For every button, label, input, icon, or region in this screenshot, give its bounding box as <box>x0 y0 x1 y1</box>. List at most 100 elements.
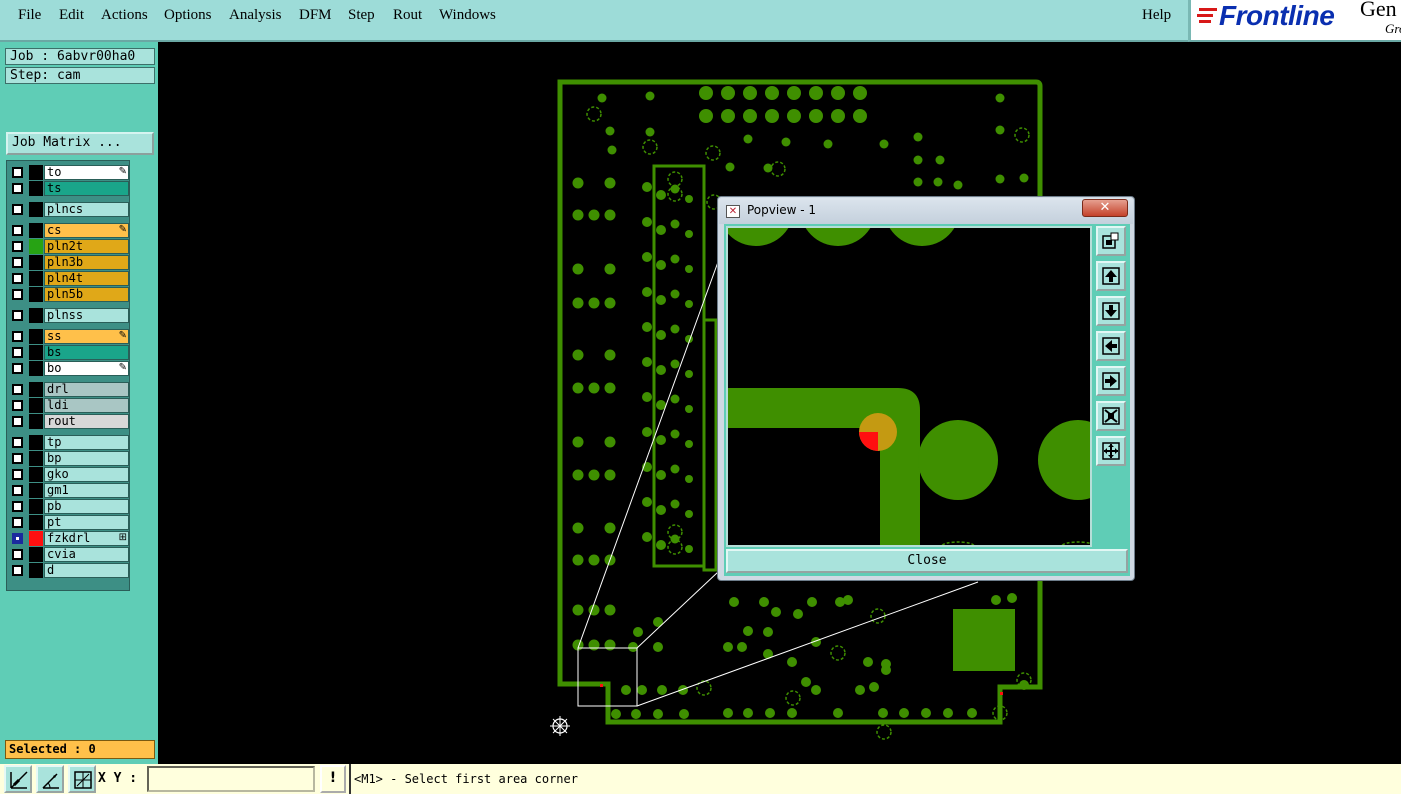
popview-titlebar[interactable]: ✕ Popview - 1 ✕ <box>719 198 1133 224</box>
layer-checkbox[interactable] <box>12 273 23 284</box>
menu-options[interactable]: Options <box>164 7 212 24</box>
layer-name[interactable]: d <box>44 563 129 578</box>
layer-checkbox[interactable] <box>12 533 23 544</box>
layer-name[interactable]: bs <box>44 345 129 360</box>
popview-close-button[interactable]: Close <box>726 549 1128 573</box>
angle-tool-button[interactable] <box>36 765 64 793</box>
layer-checkbox[interactable] <box>12 225 23 236</box>
layer-checkbox[interactable] <box>12 347 23 358</box>
layer-name[interactable]: rout <box>44 414 129 429</box>
zoom-fit-tool[interactable] <box>1096 226 1126 256</box>
layer-name[interactable]: ldi <box>44 398 129 413</box>
layer-name[interactable]: pln5b <box>44 287 129 302</box>
layer-row-to[interactable]: to ✎ <box>9 165 129 180</box>
layer-checkbox[interactable] <box>12 363 23 374</box>
layer-color-swatch[interactable] <box>29 239 43 254</box>
layer-row-tp[interactable]: tp <box>9 435 129 450</box>
layer-row-bp[interactable]: bp <box>9 451 129 466</box>
measure-tool-button[interactable] <box>4 765 32 793</box>
layer-name[interactable]: cs <box>44 223 129 238</box>
layer-color-swatch[interactable] <box>29 382 43 397</box>
layer-row-cvia[interactable]: cvia <box>9 547 129 562</box>
layer-name[interactable]: pb <box>44 499 129 514</box>
grid-snap-button[interactable] <box>68 765 96 793</box>
layer-checkbox[interactable] <box>12 384 23 395</box>
layer-color-swatch[interactable] <box>29 483 43 498</box>
layer-name[interactable]: tp <box>44 435 129 450</box>
xy-coordinate-input[interactable] <box>147 766 315 792</box>
menu-analysis[interactable]: Analysis <box>229 7 282 24</box>
layer-row-bo[interactable]: bo ✎ <box>9 361 129 376</box>
layer-row-gm1[interactable]: gm1 <box>9 483 129 498</box>
layer-color-swatch[interactable] <box>29 414 43 429</box>
layer-row-pln4t[interactable]: pln4t <box>9 271 129 286</box>
layer-color-swatch[interactable] <box>29 287 43 302</box>
layer-checkbox[interactable] <box>12 416 23 427</box>
layer-color-swatch[interactable] <box>29 547 43 562</box>
layer-color-swatch[interactable] <box>29 563 43 578</box>
layer-name[interactable]: to <box>44 165 129 180</box>
layer-color-swatch[interactable] <box>29 467 43 482</box>
layer-color-swatch[interactable] <box>29 271 43 286</box>
window-close-button[interactable]: ✕ <box>1082 199 1128 217</box>
layer-color-swatch[interactable] <box>29 531 43 546</box>
layer-name[interactable]: plncs <box>44 202 129 217</box>
layer-color-swatch[interactable] <box>29 329 43 344</box>
menu-windows[interactable]: Windows <box>439 7 496 24</box>
layer-name[interactable]: ss <box>44 329 129 344</box>
layer-checkbox[interactable] <box>12 257 23 268</box>
layer-name[interactable]: pln2t <box>44 239 129 254</box>
layer-row-rout[interactable]: rout <box>9 414 129 429</box>
menu-actions[interactable]: Actions <box>101 7 148 24</box>
layer-row-gko[interactable]: gko <box>9 467 129 482</box>
layer-name[interactable]: pt <box>44 515 129 530</box>
layer-checkbox[interactable] <box>12 517 23 528</box>
layer-row-pln5b[interactable]: pln5b <box>9 287 129 302</box>
layer-checkbox[interactable] <box>12 485 23 496</box>
menu-file[interactable]: File <box>18 7 41 24</box>
layer-color-swatch[interactable] <box>29 255 43 270</box>
status-message-button[interactable]: ! <box>320 765 346 793</box>
layer-name[interactable]: fzkdrl <box>44 531 129 546</box>
layer-color-swatch[interactable] <box>29 398 43 413</box>
layer-row-fzkdrl[interactable]: fzkdrl ⊞ <box>9 531 129 546</box>
layer-row-bs[interactable]: bs <box>9 345 129 360</box>
menu-help[interactable]: Help <box>1142 7 1171 24</box>
layer-checkbox[interactable] <box>12 241 23 252</box>
layer-checkbox[interactable] <box>12 469 23 480</box>
layer-checkbox[interactable] <box>12 289 23 300</box>
layer-name[interactable]: drl <box>44 382 129 397</box>
layer-row-d[interactable]: d <box>9 563 129 578</box>
layer-checkbox[interactable] <box>12 549 23 560</box>
layer-name[interactable]: gko <box>44 467 129 482</box>
layer-color-swatch[interactable] <box>29 345 43 360</box>
layer-row-ts[interactable]: ts <box>9 181 129 196</box>
layer-color-swatch[interactable] <box>29 202 43 217</box>
layer-checkbox[interactable] <box>12 400 23 411</box>
menu-step[interactable]: Step <box>348 7 375 24</box>
layer-row-pln2t[interactable]: pln2t <box>9 239 129 254</box>
pan-left-tool[interactable] <box>1096 331 1126 361</box>
layer-checkbox[interactable] <box>12 501 23 512</box>
popview-zoom-view[interactable] <box>726 226 1092 547</box>
layer-color-swatch[interactable] <box>29 435 43 450</box>
zoom-in-tool[interactable] <box>1096 401 1126 431</box>
layer-checkbox[interactable] <box>12 204 23 215</box>
layer-name[interactable]: gm1 <box>44 483 129 498</box>
layer-color-swatch[interactable] <box>29 451 43 466</box>
layer-color-swatch[interactable] <box>29 515 43 530</box>
layer-name[interactable]: pln3b <box>44 255 129 270</box>
layer-name[interactable]: cvia <box>44 547 129 562</box>
layer-row-ss[interactable]: ss ✎ <box>9 329 129 344</box>
layer-row-pb[interactable]: pb <box>9 499 129 514</box>
menu-dfm[interactable]: DFM <box>299 7 332 24</box>
layer-name[interactable]: pln4t <box>44 271 129 286</box>
zoom-out-tool[interactable] <box>1096 436 1126 466</box>
layer-name[interactable]: bo <box>44 361 129 376</box>
pan-right-tool[interactable] <box>1096 366 1126 396</box>
layer-color-swatch[interactable] <box>29 499 43 514</box>
layer-color-swatch[interactable] <box>29 361 43 376</box>
layer-name[interactable]: plnss <box>44 308 129 323</box>
layer-checkbox[interactable] <box>12 565 23 576</box>
layer-color-swatch[interactable] <box>29 223 43 238</box>
